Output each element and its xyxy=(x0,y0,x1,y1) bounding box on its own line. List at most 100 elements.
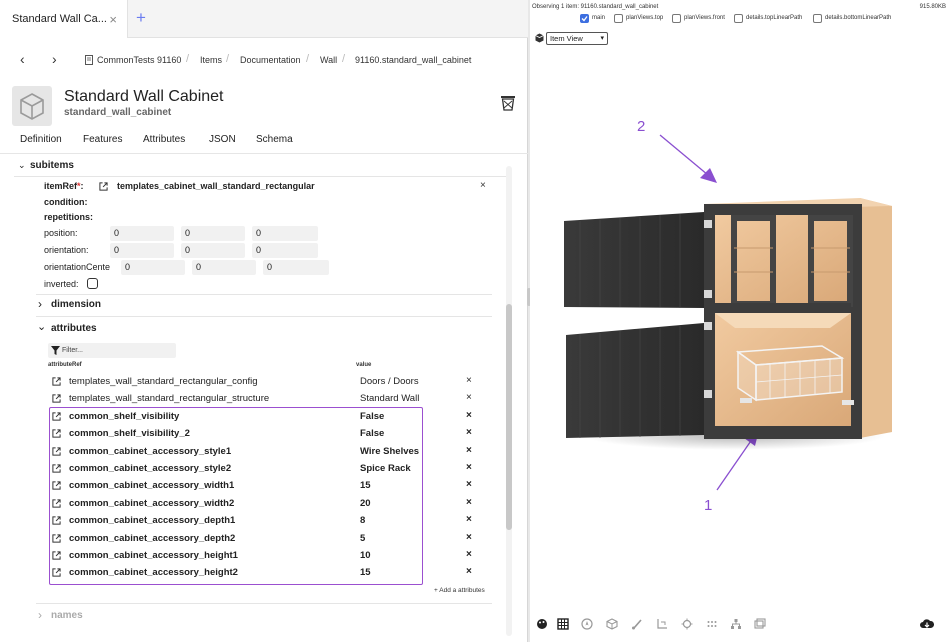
subitems-header[interactable]: subitems xyxy=(30,160,74,171)
breadcrumb-separator: / xyxy=(186,53,190,65)
palette-icon[interactable] xyxy=(536,618,548,630)
tab-bar: Standard Wall Ca... × + xyxy=(0,0,528,38)
dimension-header[interactable]: dimension xyxy=(51,299,101,310)
section-tabs: Definition Features Attributes JSON Sche… xyxy=(0,130,528,154)
remove-attribute-icon[interactable]: × xyxy=(466,479,472,490)
cube-outline-icon[interactable] xyxy=(606,618,618,630)
remove-attribute-icon[interactable]: × xyxy=(466,549,472,560)
orientation-x-field[interactable]: 0 xyxy=(110,243,174,258)
external-link-icon[interactable] xyxy=(52,394,61,403)
divider xyxy=(36,316,492,317)
remove-attribute-icon[interactable]: × xyxy=(466,462,472,473)
new-tab-button[interactable]: + xyxy=(136,8,146,28)
position-x-field[interactable]: 0 xyxy=(110,226,174,241)
cloud-download-icon[interactable] xyxy=(920,618,934,630)
breadcrumb-item-wall[interactable]: Wall xyxy=(320,55,337,65)
checkbox-planviews-top[interactable] xyxy=(614,14,623,23)
remove-attribute-icon[interactable]: × xyxy=(466,427,472,438)
chevron-right-icon[interactable]: › xyxy=(38,608,42,622)
remove-attribute-icon[interactable]: × xyxy=(466,375,472,386)
grid-icon[interactable] xyxy=(557,618,569,630)
checkbox-planviews-front[interactable] xyxy=(672,14,681,23)
checkbox-details-bottomlinearpath-label: details.bottomLinearPath xyxy=(825,15,892,21)
orientation-center-x-field[interactable]: 0 xyxy=(121,260,185,275)
inverted-checkbox[interactable] xyxy=(87,278,98,289)
attributes-header[interactable]: attributes xyxy=(51,323,97,334)
remove-attribute-icon[interactable]: × xyxy=(466,532,472,543)
chevron-down-icon: ▾ xyxy=(600,35,604,42)
position-y-field[interactable]: 0 xyxy=(181,226,245,241)
orientation-center-z-field[interactable]: 0 xyxy=(263,260,329,275)
compass-icon[interactable] xyxy=(581,618,593,630)
layers-icon[interactable] xyxy=(754,618,766,630)
attribute-ref: templates_wall_standard_rectangular_stru… xyxy=(69,393,270,405)
dots-grid-icon[interactable] xyxy=(706,618,718,630)
breadcrumb-separator: / xyxy=(306,53,310,65)
brush-icon[interactable] xyxy=(631,618,643,630)
attribute-value[interactable]: Doors / Doors xyxy=(360,376,419,387)
breadcrumb-separator: / xyxy=(342,53,346,65)
breadcrumb-item-project[interactable]: CommonTests 91160 xyxy=(97,55,181,65)
chevron-down-icon[interactable]: ⌄ xyxy=(37,320,46,333)
checkbox-details-toplinearpath[interactable] xyxy=(734,14,743,23)
names-header[interactable]: names xyxy=(51,610,83,621)
item-thumbnail xyxy=(12,86,52,126)
orientation-z-field[interactable]: 0 xyxy=(252,243,318,258)
3d-viewport[interactable] xyxy=(530,100,950,530)
tab-json[interactable]: JSON xyxy=(209,134,236,145)
tab-schema[interactable]: Schema xyxy=(256,134,293,145)
viewer-panel: Observing 1 item: 91160.standard_wall_ca… xyxy=(530,0,950,642)
attribute-row[interactable]: templates_wall_standard_rectangular_stru… xyxy=(50,390,490,407)
remove-attribute-icon[interactable]: × xyxy=(466,445,472,456)
external-link-icon[interactable] xyxy=(99,182,108,191)
orientation-center-y-field[interactable]: 0 xyxy=(192,260,256,275)
observing-status: Observing 1 item: 91160.standard_wall_ca… xyxy=(532,4,659,10)
remove-attribute-icon[interactable]: × xyxy=(466,392,472,403)
remove-subitem-icon[interactable]: × xyxy=(480,180,486,191)
tab-standard-wall-cabinet[interactable]: Standard Wall Ca... × xyxy=(0,0,128,38)
breadcrumb: ‹ › CommonTests 91160 / Items / Document… xyxy=(0,48,528,72)
annotation-label-1: 1 xyxy=(704,497,713,514)
attributes-filter-input[interactable]: Filter... xyxy=(48,343,176,358)
remove-attribute-icon[interactable]: × xyxy=(466,497,472,508)
add-attribute-button[interactable]: + Add a attributes xyxy=(434,587,485,594)
tab-features[interactable]: Features xyxy=(83,134,122,145)
delete-basket-icon[interactable] xyxy=(500,94,516,112)
breadcrumb-item-current[interactable]: 91160.standard_wall_cabinet xyxy=(355,55,471,65)
divider xyxy=(36,294,492,295)
checkbox-main[interactable] xyxy=(580,14,589,23)
scrollbar-thumb[interactable] xyxy=(506,304,512,530)
chevron-right-icon[interactable]: › xyxy=(38,297,42,311)
back-arrow-icon[interactable]: ‹ xyxy=(20,51,25,67)
cube-icon xyxy=(535,33,544,43)
viewer-toolbar xyxy=(530,614,950,634)
breadcrumb-item-items[interactable]: Items xyxy=(200,55,222,65)
attribute-value[interactable]: Standard Wall xyxy=(360,393,419,404)
tab-close-icon[interactable]: × xyxy=(109,12,117,27)
forward-arrow-icon[interactable]: › xyxy=(52,51,57,67)
hierarchy-icon[interactable] xyxy=(730,618,742,630)
itemref-value[interactable]: templates_cabinet_wall_standard_rectangu… xyxy=(117,181,315,191)
orientation-y-field[interactable]: 0 xyxy=(181,243,245,258)
remove-attribute-icon[interactable]: × xyxy=(466,410,472,421)
position-z-field[interactable]: 0 xyxy=(252,226,318,241)
file-size: 915.80KB xyxy=(919,4,946,10)
checkbox-details-bottomlinearpath[interactable] xyxy=(813,14,822,23)
external-link-icon[interactable] xyxy=(52,377,61,386)
tab-attributes[interactable]: Attributes xyxy=(143,134,185,145)
remove-attribute-icon[interactable]: × xyxy=(466,566,472,577)
chevron-down-icon[interactable]: ⌄ xyxy=(18,160,26,171)
section-icon[interactable] xyxy=(656,618,668,630)
document-icon xyxy=(85,55,93,65)
view-mode-select[interactable]: Item View ▾ xyxy=(546,32,608,45)
remove-attribute-icon[interactable]: × xyxy=(466,514,472,525)
view-toggles: main planViews.top planViews.front detai… xyxy=(580,14,950,26)
checkbox-details-toplinearpath-label: details.topLinearPath xyxy=(746,15,803,21)
tab-definition[interactable]: Definition xyxy=(20,134,62,145)
cube-icon xyxy=(20,93,44,120)
target-icon[interactable] xyxy=(681,618,693,630)
column-header-value: value xyxy=(356,362,372,368)
checkbox-main-label: main xyxy=(592,15,606,21)
attribute-row[interactable]: templates_wall_standard_rectangular_conf… xyxy=(50,373,490,390)
breadcrumb-item-documentation[interactable]: Documentation xyxy=(240,55,301,65)
